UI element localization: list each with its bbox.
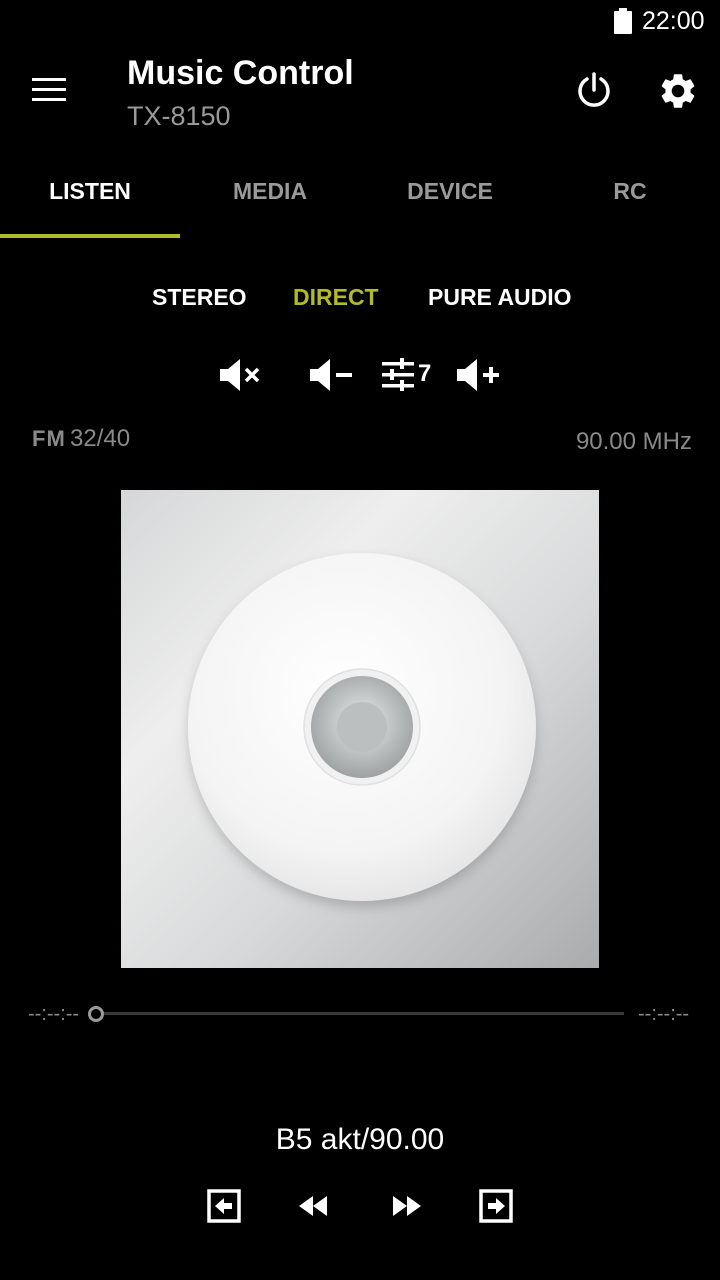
- app-title: Music Control: [127, 54, 354, 92]
- preset-number: 32/40: [70, 425, 131, 452]
- seek-thumb[interactable]: [88, 1006, 104, 1022]
- tab-listen[interactable]: LISTEN: [0, 150, 180, 238]
- settings-icon[interactable]: [657, 70, 699, 112]
- power-icon[interactable]: [574, 70, 614, 110]
- tab-bar: LISTEN MEDIA DEVICE RC: [0, 150, 720, 240]
- volume-down-icon[interactable]: [308, 355, 354, 395]
- elapsed-time: --:--:--: [28, 1003, 80, 1025]
- tab-device[interactable]: DEVICE: [360, 150, 540, 238]
- now-playing-title: B5 akt/90.00: [275, 1123, 445, 1156]
- mode-stereo-button[interactable]: STEREO: [152, 284, 247, 311]
- band-label: FM: [32, 426, 66, 451]
- tab-media[interactable]: MEDIA: [180, 150, 360, 238]
- mute-icon[interactable]: [218, 355, 264, 395]
- status-bar: 22:00: [0, 0, 720, 44]
- equalizer-icon[interactable]: [380, 355, 416, 395]
- rewind-icon[interactable]: [296, 1188, 332, 1224]
- menu-icon[interactable]: [32, 77, 66, 103]
- volume-up-icon[interactable]: [455, 355, 501, 395]
- tab-rc[interactable]: RC: [540, 150, 720, 238]
- seek-bar[interactable]: [96, 1012, 624, 1015]
- battery-full-icon: [614, 8, 632, 34]
- cd-disc-icon: [188, 553, 536, 901]
- album-art: [121, 490, 599, 968]
- previous-preset-icon[interactable]: [206, 1188, 242, 1224]
- mode-pure-audio-button[interactable]: PURE AUDIO: [428, 284, 572, 311]
- fast-forward-icon[interactable]: [388, 1188, 424, 1224]
- status-clock: 22:00: [642, 7, 705, 35]
- frequency-readout: 90.00 MHz: [575, 428, 692, 455]
- tab-indicator: [0, 234, 180, 238]
- eq-level-value: 7: [418, 360, 432, 387]
- next-preset-icon[interactable]: [478, 1188, 514, 1224]
- mode-direct-button[interactable]: DIRECT: [293, 284, 379, 311]
- device-model: TX-8150: [127, 101, 231, 131]
- remaining-time: --:--:--: [638, 1003, 690, 1025]
- app-bar: Music Control TX-8150: [0, 44, 720, 144]
